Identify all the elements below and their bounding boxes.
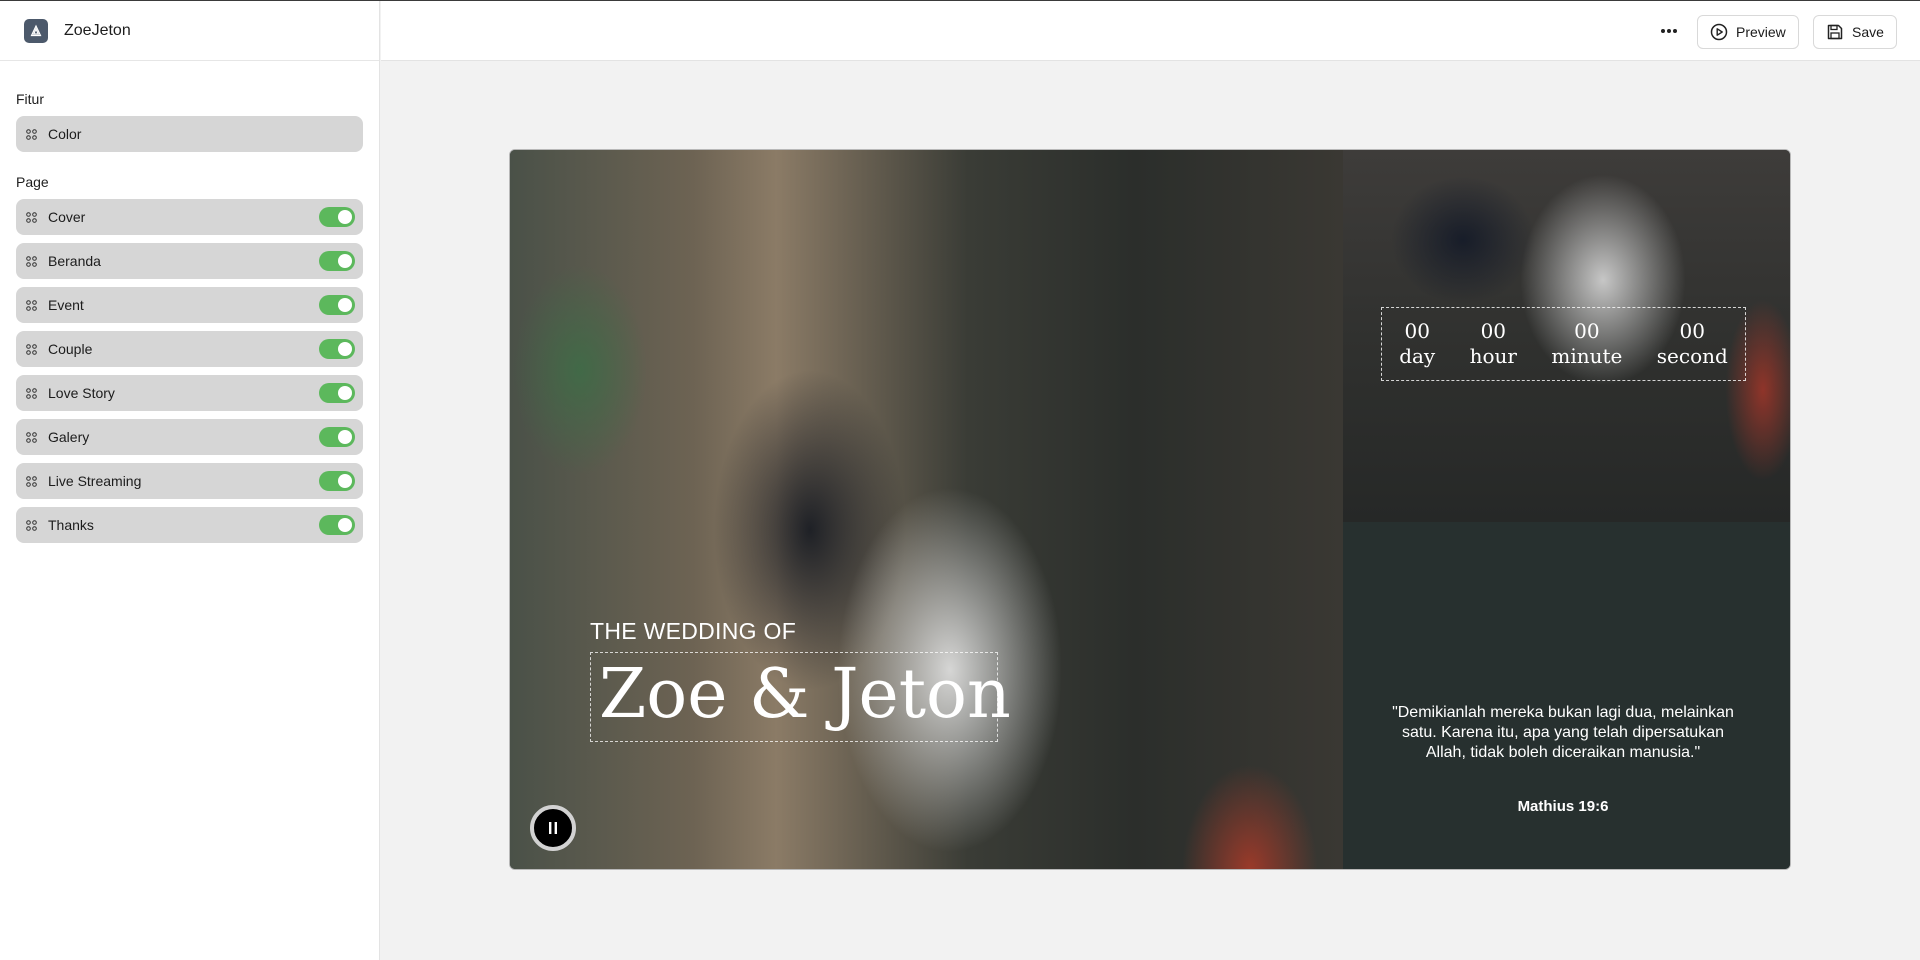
drag-handle-icon[interactable] bbox=[25, 519, 37, 531]
sidebar-item-beranda[interactable]: Beranda bbox=[16, 243, 363, 279]
drag-handle-icon[interactable] bbox=[25, 255, 37, 267]
drag-handle-icon[interactable] bbox=[25, 431, 37, 443]
app-logo-icon bbox=[24, 18, 48, 43]
wedding-heading[interactable]: THE WEDDING OF bbox=[590, 618, 796, 645]
toggle-switch[interactable] bbox=[319, 339, 355, 359]
countdown-unit: second bbox=[1656, 344, 1728, 368]
couple-name: Zoe & Jeton bbox=[599, 655, 1011, 734]
toggle-switch[interactable] bbox=[319, 251, 355, 271]
countdown-second: 00 second bbox=[1657, 319, 1728, 369]
countdown-day: 00 day bbox=[1399, 319, 1435, 369]
page-menu: Cover Beranda Event Couple Love Story Ga… bbox=[0, 199, 379, 543]
ellipsis-icon bbox=[1661, 29, 1677, 33]
sidebar-item-couple[interactable]: Couple bbox=[16, 331, 363, 367]
save-button-label: Save bbox=[1852, 24, 1884, 40]
toggle-switch[interactable] bbox=[319, 515, 355, 535]
toggle-knob bbox=[338, 254, 352, 268]
invitation-preview-canvas: THE WEDDING OF Zoe & Jeton 00 day 00 hou… bbox=[509, 149, 1791, 870]
sidebar-item-label: Love Story bbox=[48, 385, 115, 401]
sidebar: ZoeJeton Fitur Color Page Cover Beranda … bbox=[0, 1, 380, 960]
toggle-knob bbox=[338, 518, 352, 532]
fitur-section-title: Fitur bbox=[16, 91, 44, 107]
countdown-hour: 00 hour bbox=[1470, 319, 1517, 369]
countdown-value: 00 bbox=[1574, 319, 1600, 343]
toggle-switch[interactable] bbox=[319, 471, 355, 491]
toggle-switch[interactable] bbox=[319, 207, 355, 227]
toggle-knob bbox=[338, 474, 352, 488]
sidebar-item-label: Couple bbox=[48, 341, 93, 357]
countdown-timer[interactable]: 00 day 00 hour 00 minute 00 second bbox=[1381, 307, 1746, 381]
toggle-knob bbox=[338, 342, 352, 356]
preview-button-label: Preview bbox=[1736, 24, 1786, 40]
drag-handle-icon[interactable] bbox=[25, 299, 37, 311]
countdown-value: 00 bbox=[1679, 319, 1705, 343]
drag-handle-icon[interactable] bbox=[25, 128, 37, 140]
toggle-switch[interactable] bbox=[319, 427, 355, 447]
toggle-knob bbox=[338, 298, 352, 312]
couple-cover-photo bbox=[510, 150, 1343, 869]
countdown-minute: 00 minute bbox=[1551, 319, 1622, 369]
drag-handle-icon[interactable] bbox=[25, 387, 37, 399]
brand-header: ZoeJeton bbox=[0, 1, 379, 61]
sidebar-item-label: Color bbox=[48, 126, 82, 142]
toggle-knob bbox=[338, 430, 352, 444]
floppy-disk-icon bbox=[1827, 24, 1843, 40]
sidebar-item-label: Live Streaming bbox=[48, 473, 142, 489]
sidebar-item-color[interactable]: Color bbox=[16, 116, 363, 152]
scripture-reference: Mathius 19:6 bbox=[1517, 798, 1609, 815]
toggle-switch[interactable] bbox=[319, 383, 355, 403]
sidebar-item-label: Thanks bbox=[48, 517, 94, 533]
countdown-unit: hour bbox=[1469, 344, 1517, 368]
quote-panel bbox=[1343, 522, 1790, 869]
toggle-knob bbox=[338, 386, 352, 400]
page-section-title: Page bbox=[16, 174, 49, 190]
sidebar-item-label: Galery bbox=[48, 429, 90, 445]
countdown-value: 00 bbox=[1480, 319, 1507, 343]
toggle-switch[interactable] bbox=[319, 295, 355, 315]
fitur-menu: Color bbox=[0, 116, 379, 152]
sidebar-item-live-streaming[interactable]: Live Streaming bbox=[16, 463, 363, 499]
save-button[interactable]: Save bbox=[1813, 15, 1897, 49]
preview-button[interactable]: Preview bbox=[1697, 15, 1799, 49]
app-name: ZoeJeton bbox=[64, 21, 131, 39]
music-pause-button[interactable] bbox=[530, 805, 576, 851]
play-circle-icon bbox=[1710, 23, 1728, 41]
sidebar-item-event[interactable]: Event bbox=[16, 287, 363, 323]
more-options-button[interactable] bbox=[1653, 15, 1685, 47]
countdown-unit: day bbox=[1399, 344, 1436, 368]
sidebar-item-label: Cover bbox=[48, 209, 86, 225]
sidebar-item-label: Event bbox=[48, 297, 84, 313]
countdown-value: 00 bbox=[1404, 319, 1430, 343]
couple-name-editable[interactable]: Zoe & Jeton bbox=[590, 652, 1011, 742]
toggle-knob bbox=[338, 210, 352, 224]
sidebar-item-label: Beranda bbox=[48, 253, 101, 269]
drag-handle-icon[interactable] bbox=[25, 211, 37, 223]
sidebar-item-galery[interactable]: Galery bbox=[16, 419, 363, 455]
sidebar-item-cover[interactable]: Cover bbox=[16, 199, 363, 235]
countdown-unit: minute bbox=[1551, 344, 1623, 368]
sidebar-item-thanks[interactable]: Thanks bbox=[16, 507, 363, 543]
sidebar-item-love-story[interactable]: Love Story bbox=[16, 375, 363, 411]
drag-handle-icon[interactable] bbox=[25, 343, 37, 355]
drag-handle-icon[interactable] bbox=[25, 475, 37, 487]
pause-icon bbox=[549, 822, 557, 834]
scripture-quote: "Demikianlah mereka bukan lagi dua, mela… bbox=[1392, 704, 1734, 761]
top-toolbar: Preview Save bbox=[381, 1, 1920, 61]
